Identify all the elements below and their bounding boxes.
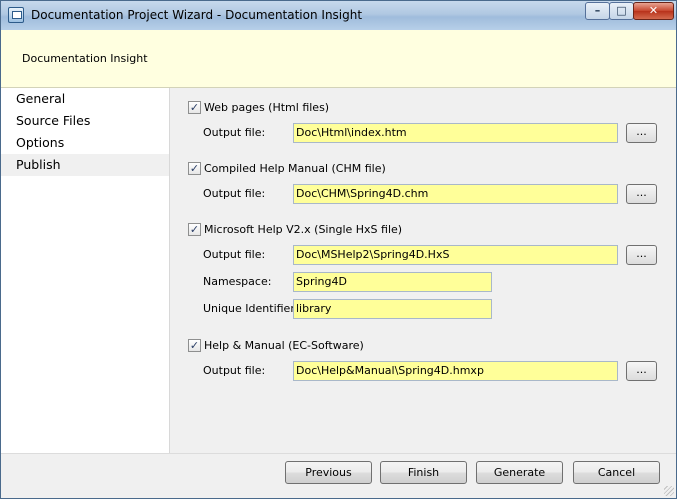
nav-item-publish[interactable]: Publish: [1, 154, 169, 176]
chm-browse-button[interactable]: ...: [626, 184, 657, 204]
nav-item-source-files[interactable]: Source Files: [1, 110, 169, 132]
wizard-nav: General Source Files Options Publish: [1, 88, 170, 453]
app-window-icon: [8, 7, 24, 23]
chm-output-field[interactable]: Doc\CHM\Spring4D.chm: [293, 184, 618, 204]
nav-item-general[interactable]: General: [1, 88, 169, 110]
window-title: Documentation Project Wizard - Documenta…: [31, 8, 363, 22]
nav-item-options[interactable]: Options: [1, 132, 169, 154]
help-manual-checkbox[interactable]: ✓: [188, 339, 201, 352]
namespace-label: Namespace:: [203, 275, 272, 288]
help-manual-browse-button[interactable]: ...: [626, 361, 657, 381]
web-output-label: Output file:: [203, 126, 266, 139]
web-browse-button[interactable]: ...: [626, 123, 657, 143]
help-manual-label: Help & Manual (EC-Software): [204, 339, 364, 352]
header-banner: Documentation Insight: [1, 30, 676, 88]
unique-identifier-label: Unique Identifier:: [203, 302, 299, 315]
generate-button[interactable]: Generate: [476, 461, 563, 484]
maximize-button[interactable]: □: [609, 2, 634, 20]
chm-label: Compiled Help Manual (CHM file): [204, 162, 386, 175]
namespace-field[interactable]: Spring4D: [293, 272, 492, 292]
publish-panel: ✓ Web pages (Html files) Output file: Do…: [170, 88, 676, 453]
mshelp-checkbox[interactable]: ✓: [188, 223, 201, 236]
footer-bar: Previous Finish Generate Cancel: [1, 453, 676, 498]
unique-identifier-field[interactable]: library: [293, 299, 492, 319]
cancel-button[interactable]: Cancel: [573, 461, 660, 484]
wizard-window: Documentation Project Wizard - Documenta…: [0, 0, 677, 499]
web-pages-checkbox[interactable]: ✓: [188, 101, 201, 114]
title-bar[interactable]: Documentation Project Wizard - Documenta…: [1, 1, 676, 30]
resize-grip-icon[interactable]: [664, 486, 674, 496]
mshelp-label: Microsoft Help V2.x (Single HxS file): [204, 223, 403, 236]
mshelp-output-label: Output file:: [203, 248, 266, 261]
chm-checkbox[interactable]: ✓: [188, 162, 201, 175]
chm-output-label: Output file:: [203, 187, 266, 200]
mshelp-output-field[interactable]: Doc\MSHelp2\Spring4D.HxS: [293, 245, 618, 265]
banner-title: Documentation Insight: [22, 52, 148, 65]
web-output-field[interactable]: Doc\Html\index.htm: [293, 123, 618, 143]
mshelp-browse-button[interactable]: ...: [626, 245, 657, 265]
finish-button[interactable]: Finish: [380, 461, 467, 484]
minimize-button[interactable]: –: [585, 2, 610, 20]
help-manual-output-field[interactable]: Doc\Help&Manual\Spring4D.hmxp: [293, 361, 618, 381]
web-pages-label: Web pages (Html files): [204, 101, 330, 114]
previous-button[interactable]: Previous: [285, 461, 372, 484]
help-manual-output-label: Output file:: [203, 364, 266, 377]
close-button[interactable]: ✕: [633, 2, 674, 20]
